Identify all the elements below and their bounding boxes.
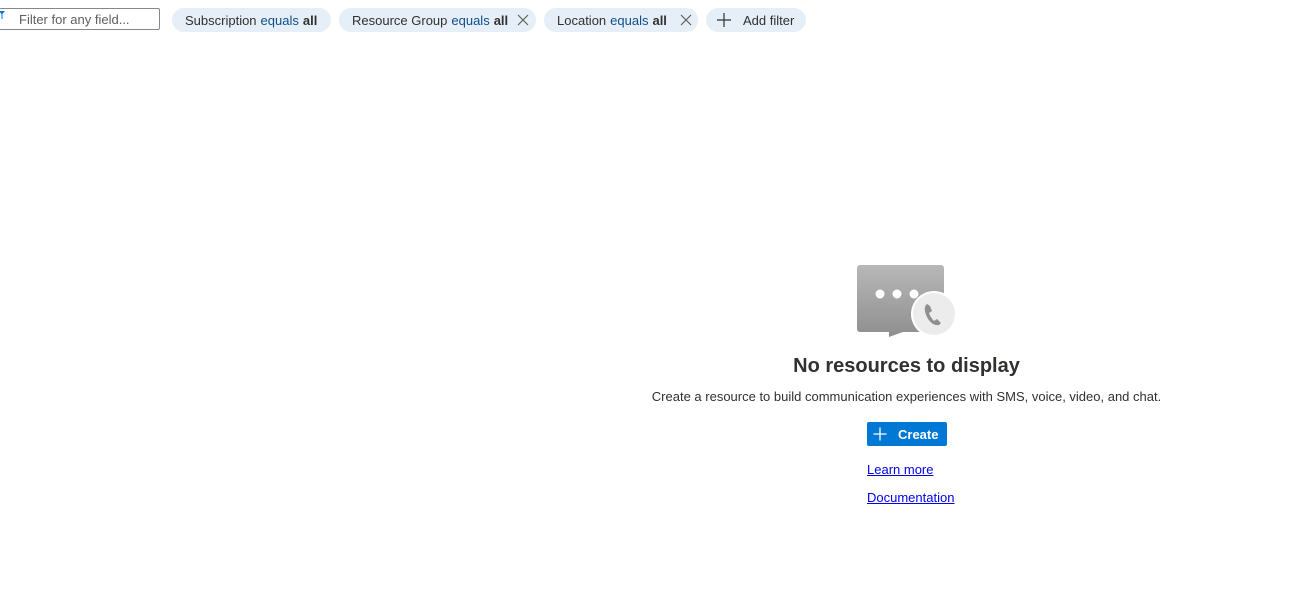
filter-pill-key: Location [557,12,607,28]
documentation-link[interactable]: Documentation [867,490,954,506]
filter-pill-subscription[interactable]: Subscription equals all [172,8,331,32]
filter-funnel-icon [0,11,5,19]
remove-filter-close-icon[interactable] [680,14,692,26]
create-button-label: Create [898,426,939,442]
learn-more-link[interactable]: Learn more [867,462,933,478]
plus-icon [873,427,887,441]
empty-state-title: No resources to display [793,355,1020,377]
filter-pill-key: Subscription [185,12,257,28]
filter-pill-value: all [302,12,318,28]
add-filter-button[interactable]: Add filter [706,8,806,32]
remove-filter-close-icon[interactable] [517,14,529,26]
resource-list-page: Subscription equals all Resource Group e… [0,0,1310,596]
create-button[interactable]: Create [867,422,947,446]
filter-search-box[interactable] [0,8,160,30]
filter-pill-operator: equals [610,12,649,28]
filter-pill-value: all [493,12,509,28]
chat-phone-icon [857,265,957,337]
plus-icon [717,13,731,27]
filter-pill-operator: equals [260,12,299,28]
filter-pill-resource-group[interactable]: Resource Group equals all [339,8,536,32]
filter-pill-key: Resource Group [352,12,448,28]
add-filter-label: Add filter [743,12,795,28]
filter-pill-location[interactable]: Location equals all [544,8,698,32]
empty-state-description: Create a resource to build communication… [651,389,1162,404]
filter-pill-value: all [652,12,667,28]
filter-pill-operator: equals [451,12,490,28]
filter-search-input[interactable] [0,9,159,29]
